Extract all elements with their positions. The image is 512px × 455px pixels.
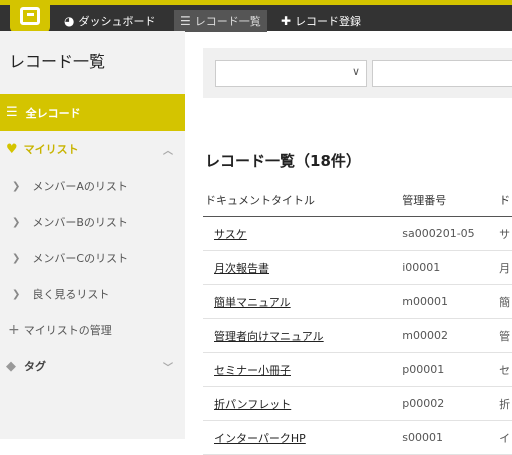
sidebar-item-label: 良く見るリスト bbox=[32, 288, 110, 301]
record-link[interactable]: 簡単マニュアル bbox=[214, 296, 291, 309]
chevron-down-icon[interactable]: ﹀ bbox=[163, 359, 173, 374]
table-row[interactable]: 月次報告書 i00001 月 bbox=[203, 250, 512, 285]
top-bar: ◕ ダッシュボード ☰ レコード一覧 ✚ レコード登録 bbox=[0, 0, 512, 33]
table-row[interactable]: インターパークHP s00001 イ bbox=[203, 420, 512, 455]
record-link[interactable]: サスケ bbox=[214, 228, 247, 241]
cell-id: i00001 bbox=[402, 250, 500, 285]
chevron-up-icon[interactable]: ︿ bbox=[163, 142, 173, 157]
cell-extra: サ bbox=[499, 216, 512, 251]
sidebar-item-label: タグ bbox=[24, 360, 46, 373]
sidebar-item-manage-mylist[interactable]: + マイリストの管理 bbox=[0, 312, 185, 348]
cell-title: 管理者向けマニュアル bbox=[203, 318, 403, 353]
dashboard-icon: ◕ bbox=[64, 14, 75, 28]
column-header-extra[interactable]: ド bbox=[499, 183, 512, 217]
cell-title: セミナー小冊子 bbox=[203, 352, 403, 387]
filter-select[interactable]: ∨ bbox=[215, 60, 367, 87]
logo-icon bbox=[20, 7, 40, 25]
cell-extra: 月 bbox=[499, 250, 512, 285]
table-row[interactable]: 管理者向けマニュアル m00002 管 bbox=[203, 318, 512, 353]
table-row[interactable]: 簡単マニュアル m00001 簡 bbox=[203, 284, 512, 319]
sidebar-list-favorites[interactable]: ❯ 良く見るリスト bbox=[0, 276, 185, 312]
table-row[interactable]: 折パンフレット p00002 折 bbox=[203, 386, 512, 421]
list-icon: ☰ bbox=[6, 105, 18, 120]
sidebar-item-label: マイリストの管理 bbox=[23, 324, 112, 337]
cell-title: 折パンフレット bbox=[203, 386, 403, 421]
cell-extra: 簡 bbox=[499, 284, 512, 319]
cell-id: m00002 bbox=[402, 318, 500, 353]
cell-extra: セ bbox=[499, 352, 512, 387]
sidebar-item-label: マイリスト bbox=[23, 143, 79, 156]
nav-record-list-label: レコード一覧 bbox=[194, 15, 261, 28]
sidebar-item-all-records[interactable]: ☰ 全レコード bbox=[0, 94, 185, 131]
chevron-down-icon: ∨ bbox=[351, 65, 360, 78]
sidebar-list-member-c[interactable]: ❯ メンバーCのリスト bbox=[0, 240, 185, 276]
chevron-right-icon: ❯ bbox=[12, 252, 21, 264]
record-link[interactable]: 管理者向けマニュアル bbox=[214, 330, 324, 343]
cell-id: p00001 bbox=[402, 352, 500, 387]
sidebar-list-member-a[interactable]: ❯ メンバーAのリスト bbox=[0, 168, 185, 204]
table-row[interactable]: サスケ sa000201-05 サ bbox=[203, 216, 512, 251]
nav-record-list[interactable]: ☰ レコード一覧 bbox=[174, 10, 267, 32]
sidebar-item-label: 全レコード bbox=[25, 106, 81, 120]
sidebar-item-tag[interactable]: ◆ タグ ﹀ bbox=[0, 348, 185, 384]
column-header-id[interactable]: 管理番号 bbox=[402, 183, 500, 217]
cell-title: インターパークHP bbox=[203, 420, 403, 455]
heart-icon: ♥ bbox=[6, 141, 18, 157]
app-logo[interactable] bbox=[10, 0, 50, 33]
nav-record-new-label: レコード登録 bbox=[295, 15, 362, 28]
cell-id: sa000201-05 bbox=[402, 216, 500, 251]
cell-id: s00001 bbox=[402, 420, 500, 455]
record-link[interactable]: インターパークHP bbox=[214, 432, 306, 445]
sidebar-title: レコード一覧 bbox=[9, 52, 106, 71]
cell-title: サスケ bbox=[203, 216, 403, 251]
sidebar-item-mylist[interactable]: ♥ マイリスト ︿ bbox=[0, 131, 185, 167]
plus-icon: + bbox=[8, 322, 20, 338]
plus-icon: ✚ bbox=[281, 14, 292, 28]
tag-icon: ◆ bbox=[6, 358, 16, 374]
record-link[interactable]: 月次報告書 bbox=[214, 262, 269, 275]
sidebar-list-member-b[interactable]: ❯ メンバーBのリスト bbox=[0, 204, 185, 240]
cell-title: 月次報告書 bbox=[203, 250, 403, 285]
table-header-row: ドキュメントタイトル 管理番号 ド bbox=[203, 183, 512, 217]
cell-extra: イ bbox=[499, 420, 512, 455]
filter-input[interactable] bbox=[372, 60, 512, 87]
table-row[interactable]: セミナー小冊子 p00001 セ bbox=[203, 352, 512, 387]
record-link[interactable]: 折パンフレット bbox=[214, 398, 291, 411]
page-title: レコード一覧（18件） bbox=[205, 152, 361, 170]
filter-bar: ∨ bbox=[203, 48, 512, 98]
cell-extra: 管 bbox=[499, 318, 512, 353]
sidebar-item-label: メンバーBのリスト bbox=[32, 216, 128, 229]
nav-dashboard-label: ダッシュボード bbox=[78, 15, 156, 28]
nav-record-new[interactable]: ✚ レコード登録 bbox=[281, 11, 361, 31]
chevron-right-icon: ❯ bbox=[12, 180, 21, 192]
sidebar: レコード一覧 ☰ 全レコード ♥ マイリスト ︿ ❯ メンバーAのリスト ❯ メ… bbox=[0, 31, 185, 439]
record-table: ドキュメントタイトル 管理番号 ド サスケ sa000201-05 サ 月次報告… bbox=[203, 183, 512, 455]
chevron-right-icon: ❯ bbox=[12, 216, 21, 228]
cell-id: p00002 bbox=[402, 386, 500, 421]
cell-id: m00001 bbox=[402, 284, 500, 319]
record-link[interactable]: セミナー小冊子 bbox=[214, 364, 291, 377]
sidebar-item-label: メンバーAのリスト bbox=[32, 180, 128, 193]
chevron-right-icon: ❯ bbox=[12, 288, 21, 300]
column-header-title[interactable]: ドキュメントタイトル bbox=[203, 183, 403, 217]
sidebar-item-label: メンバーCのリスト bbox=[32, 252, 129, 265]
nav-dashboard[interactable]: ◕ ダッシュボード bbox=[64, 11, 155, 31]
cell-extra: 折 bbox=[499, 386, 512, 421]
list-icon: ☰ bbox=[180, 14, 191, 28]
cell-title: 簡単マニュアル bbox=[203, 284, 403, 319]
